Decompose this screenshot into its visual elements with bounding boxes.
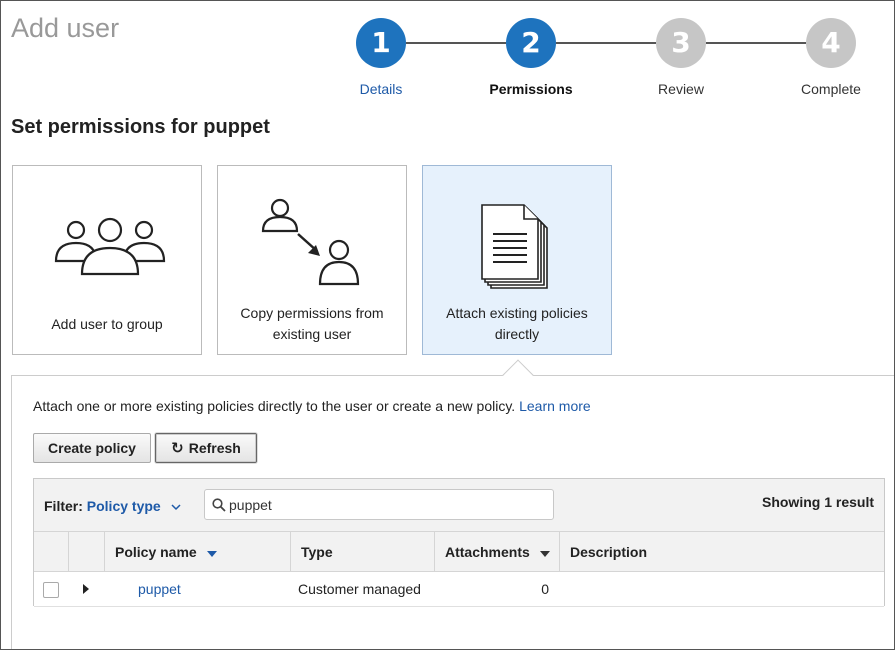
search-icon xyxy=(212,498,226,512)
option-label-line2: existing user xyxy=(272,326,352,342)
option-label: Add user to group xyxy=(51,316,163,332)
refresh-label: Refresh xyxy=(188,440,241,456)
option-label-line1: Copy permissions from xyxy=(240,305,384,321)
table-header: Policy name Type Attachments Description xyxy=(34,532,884,572)
column-label: Description xyxy=(570,544,648,560)
chevron-down-icon xyxy=(171,504,181,511)
option-label-line1: Attach existing policies xyxy=(446,305,588,321)
policy-table: Filter: Policy type Showing 1 result Pol… xyxy=(33,478,885,607)
column-label: Type xyxy=(301,544,333,560)
step-label: Details xyxy=(359,81,403,97)
filter-value: Policy type xyxy=(86,498,161,514)
policy-name-link[interactable]: puppet xyxy=(138,572,181,607)
step-number: 3 xyxy=(656,18,706,68)
policy-document-icon xyxy=(481,204,548,289)
column-policy-name[interactable]: Policy name xyxy=(104,532,290,572)
option-label-line2: directly xyxy=(494,326,540,342)
step-label: Complete xyxy=(801,81,861,97)
policy-attachments: 0 xyxy=(541,581,549,597)
column-attachments[interactable]: Attachments xyxy=(434,532,559,572)
step-complete: 4 Complete xyxy=(756,18,894,97)
policy-type: Customer managed xyxy=(298,581,421,597)
create-policy-button[interactable]: Create policy xyxy=(33,433,151,463)
refresh-button[interactable]: ↻ Refresh xyxy=(155,433,257,463)
step-review: 3 Review xyxy=(606,18,756,97)
description-text: Attach one or more existing policies dir… xyxy=(33,398,516,414)
refresh-icon: ↻ xyxy=(171,439,184,457)
step-number: 2 xyxy=(506,18,556,68)
result-count: Showing 1 result xyxy=(761,494,874,510)
copy-user-icon xyxy=(261,198,360,286)
step-number: 1 xyxy=(356,18,406,68)
column-label: Attachments xyxy=(445,544,530,560)
panel-description: Attach one or more existing policies dir… xyxy=(33,398,591,414)
step-permissions: 2 Permissions xyxy=(456,18,606,97)
table-row: puppet Customer managed 0 xyxy=(34,572,884,607)
column-label: Policy name xyxy=(115,544,197,560)
filter-label: Filter: Policy type xyxy=(44,498,181,514)
filter-label-text: Filter: xyxy=(44,498,83,514)
add-user-window: Add user 1 Details 2 Permissions 3 Revie… xyxy=(0,0,895,650)
header-expand-col xyxy=(68,532,104,572)
step-details[interactable]: 1 Details xyxy=(306,18,456,97)
sort-icon xyxy=(539,551,550,557)
option-copy-permissions[interactable]: Copy permissions from existing user xyxy=(217,165,407,355)
column-type[interactable]: Type xyxy=(290,532,434,572)
expand-row-icon[interactable] xyxy=(83,584,89,594)
step-number: 4 xyxy=(806,18,856,68)
option-attach-policies[interactable]: Attach existing policies directly xyxy=(422,165,612,355)
option-add-user-to-group[interactable]: Add user to group xyxy=(12,165,202,355)
page-title: Add user xyxy=(11,13,120,43)
step-label: Review xyxy=(658,81,704,97)
step-label: Permissions xyxy=(489,81,573,97)
sort-desc-icon xyxy=(206,551,217,557)
column-description[interactable]: Description xyxy=(559,532,884,572)
policy-type-dropdown[interactable]: Policy type xyxy=(87,498,181,514)
search-box xyxy=(204,489,554,520)
section-title: Set permissions for puppet xyxy=(11,116,270,138)
search-input[interactable] xyxy=(229,495,529,515)
learn-more-link[interactable]: Learn more xyxy=(519,398,591,414)
user-group-icon xyxy=(54,217,166,276)
row-checkbox[interactable] xyxy=(43,582,59,598)
filter-bar: Filter: Policy type Showing 1 result xyxy=(34,479,884,532)
